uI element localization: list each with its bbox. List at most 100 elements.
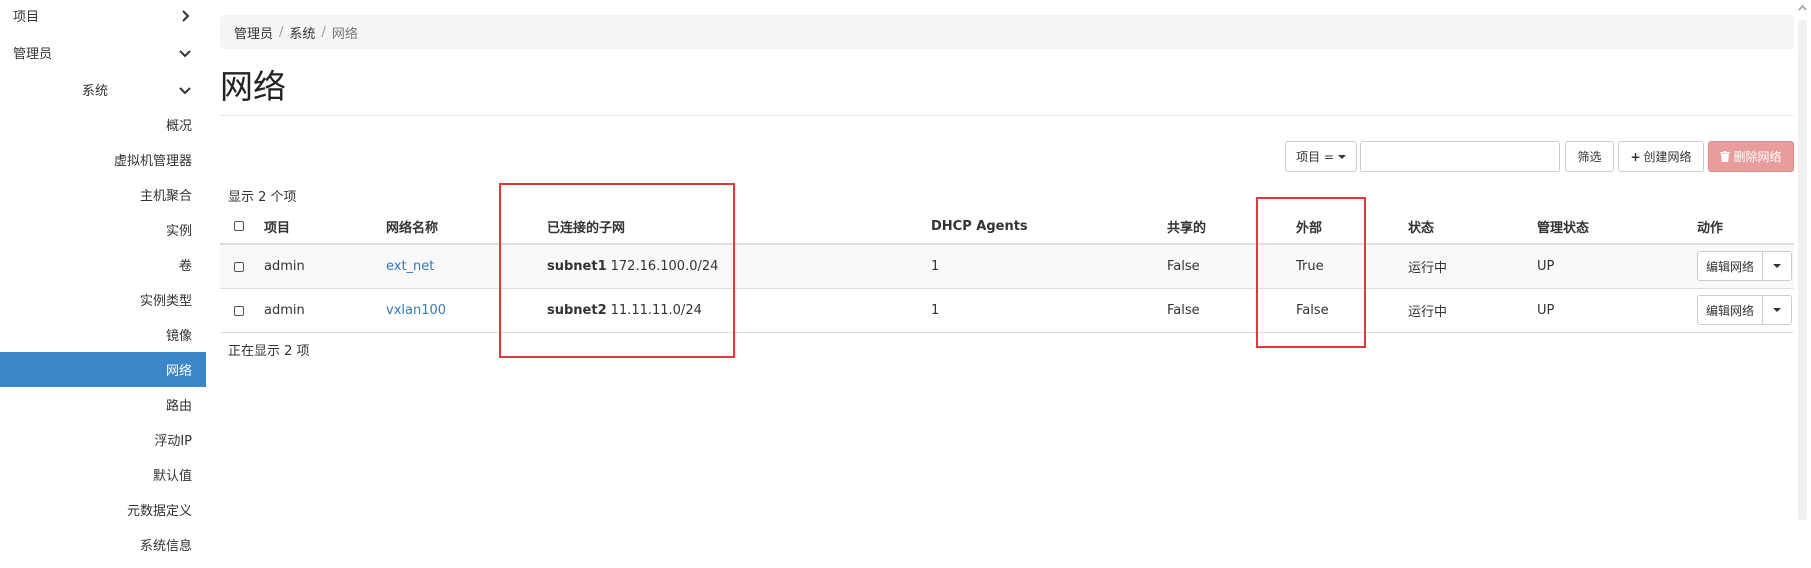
create-network-button[interactable]: + 创建网络 (1618, 141, 1704, 172)
sidebar-item-host-aggregates[interactable]: 主机聚合 (0, 177, 206, 212)
row-checkbox[interactable] (234, 305, 244, 316)
cell-project: admin (264, 259, 305, 274)
vertical-scrollbar[interactable] (1794, 0, 1811, 568)
cell-project: admin (264, 303, 305, 318)
row-action-group: 编辑网络 (1697, 251, 1792, 281)
sidebar-item-label: 实例 (165, 224, 192, 239)
sidebar-item-admin[interactable]: 管理员 (0, 35, 206, 70)
subnet-cidr: 11.11.11.0/24 (610, 303, 702, 318)
caret-down-icon (1773, 308, 1781, 312)
edit-network-button[interactable]: 编辑网络 (1697, 251, 1763, 281)
sidebar-item-label: 系统 (82, 84, 109, 99)
header-network-name[interactable]: 网络名称 (386, 209, 438, 243)
sidebar-item-label: 实例类型 (139, 294, 192, 309)
row-checkbox[interactable] (234, 261, 244, 272)
select-all-checkbox[interactable] (234, 221, 244, 231)
sidebar-item-overview[interactable]: 概况 (0, 107, 206, 142)
row-actions-dropdown[interactable] (1763, 295, 1792, 325)
cell-dhcp-agents: 1 (931, 303, 940, 318)
plus-icon: + (1630, 149, 1641, 164)
sidebar-item-label: 主机聚合 (139, 189, 192, 204)
item-count: 显示 2 个项 (228, 190, 297, 205)
cell-shared: False (1167, 303, 1200, 318)
cell-dhcp-agents: 1 (931, 259, 940, 274)
cell-shared: False (1167, 259, 1200, 274)
networks-table: 项目 网络名称 已连接的子网 DHCP Agents 共享的 外部 状态 管理状… (220, 209, 1794, 333)
cell-subnets: subnet2 11.11.11.0/24 (547, 289, 702, 332)
sidebar-item-label: 虚拟机管理器 (113, 154, 192, 169)
sidebar-item-images[interactable]: 镜像 (0, 317, 206, 352)
sidebar-item-system[interactable]: 系统 (0, 72, 206, 107)
sidebar-item-label: 默认值 (152, 469, 192, 484)
cell-external: True (1296, 259, 1324, 274)
breadcrumb-separator: / (321, 24, 326, 40)
header-external[interactable]: 外部 (1296, 209, 1322, 243)
header-actions: 动作 (1697, 220, 1724, 236)
sidebar-item-label: 浮动IP (154, 434, 192, 449)
sidebar-item-label: 卷 (178, 259, 192, 274)
cell-admin-state: UP (1537, 303, 1555, 318)
chevron-down-icon (179, 49, 191, 57)
network-name-link[interactable]: ext_net (386, 245, 434, 288)
caret-down-icon (1773, 264, 1781, 268)
cell-status: 运行中 (1408, 261, 1448, 276)
cell-status: 运行中 (1408, 305, 1448, 320)
sidebar-item-routers[interactable]: 路由 (0, 387, 206, 422)
page-title: 网络 (220, 67, 286, 106)
table-footer-count: 正在显示 2 项 (228, 344, 310, 359)
header-subnets[interactable]: 已连接的子网 (547, 209, 625, 243)
table-row: admin vxlan100 subnet2 11.11.11.0/24 1 F… (220, 289, 1794, 333)
table-row: admin ext_net subnet1 172.16.100.0/24 1 … (220, 245, 1794, 289)
sidebar-item-label: 网络 (165, 364, 192, 379)
create-network-label: 创建网络 (1643, 150, 1692, 164)
cell-subnets: subnet1 172.16.100.0/24 (547, 245, 718, 288)
sidebar-item-volumes[interactable]: 卷 (0, 247, 206, 282)
header-status[interactable]: 状态 (1408, 209, 1434, 243)
trash-icon (1720, 151, 1731, 162)
title-divider (220, 115, 1794, 116)
breadcrumb-item-admin[interactable]: 管理员 (234, 23, 273, 42)
header-project[interactable]: 项目 (264, 209, 290, 243)
row-checkbox-cell (234, 289, 244, 332)
breadcrumb: 管理员 / 系统 / 网络 (220, 15, 1794, 49)
sidebar-item-label: 路由 (165, 399, 192, 414)
cell-admin-state: UP (1537, 259, 1555, 274)
sidebar-item-system-info[interactable]: 系统信息 (0, 527, 206, 562)
caret-down-icon (1337, 154, 1346, 159)
sidebar-item-networks[interactable]: 网络 (0, 352, 206, 387)
sidebar-item-hypervisors[interactable]: 虚拟机管理器 (0, 142, 206, 177)
filter-search-input[interactable] (1360, 141, 1560, 172)
breadcrumb-separator: / (279, 24, 284, 40)
sidebar-item-label: 项目 (13, 10, 40, 25)
filter-field-select[interactable]: 项目 = (1285, 141, 1357, 172)
sidebar-item-defaults[interactable]: 默认值 (0, 457, 206, 492)
sidebar-item-instances[interactable]: 实例 (0, 212, 206, 247)
delete-network-button[interactable]: 删除网络 (1708, 141, 1794, 172)
network-name-link[interactable]: vxlan100 (386, 289, 446, 332)
sidebar-item-label: 系统信息 (139, 539, 192, 554)
header-admin-state[interactable]: 管理状态 (1537, 209, 1589, 243)
sidebar-item-floating-ips[interactable]: 浮动IP (0, 422, 206, 457)
edit-network-button[interactable]: 编辑网络 (1697, 295, 1763, 325)
sidebar-item-label: 管理员 (13, 47, 53, 62)
cell-external: False (1296, 303, 1329, 318)
sidebar: 项目 管理员 系统 概况 虚拟机管理器 主机聚合 实例 卷 实例类型 镜像 网络… (0, 0, 206, 568)
row-checkbox-cell (234, 245, 244, 288)
header-shared[interactable]: 共享的 (1167, 209, 1206, 243)
breadcrumb-item-system[interactable]: 系统 (289, 23, 315, 42)
subnet-name: subnet2 (547, 303, 607, 318)
sidebar-item-label: 概况 (165, 119, 192, 134)
header-dhcp-agents[interactable]: DHCP Agents (931, 209, 1028, 243)
filter-field-label: 项目 = (1296, 150, 1334, 164)
sidebar-item-flavors[interactable]: 实例类型 (0, 282, 206, 317)
table-header: 项目 网络名称 已连接的子网 DHCP Agents 共享的 外部 状态 管理状… (220, 209, 1794, 245)
subnet-name: subnet1 (547, 259, 607, 274)
filter-button[interactable]: 筛选 (1565, 141, 1614, 172)
chevron-right-icon (182, 9, 190, 22)
row-action-group: 编辑网络 (1697, 295, 1792, 325)
sidebar-item-project[interactable]: 项目 (0, 0, 206, 33)
sidebar-item-label: 元数据定义 (126, 504, 192, 519)
app: 项目 管理员 系统 概况 虚拟机管理器 主机聚合 实例 卷 实例类型 镜像 网络… (0, 0, 1811, 568)
sidebar-item-metadata[interactable]: 元数据定义 (0, 492, 206, 527)
row-actions-dropdown[interactable] (1763, 251, 1792, 281)
